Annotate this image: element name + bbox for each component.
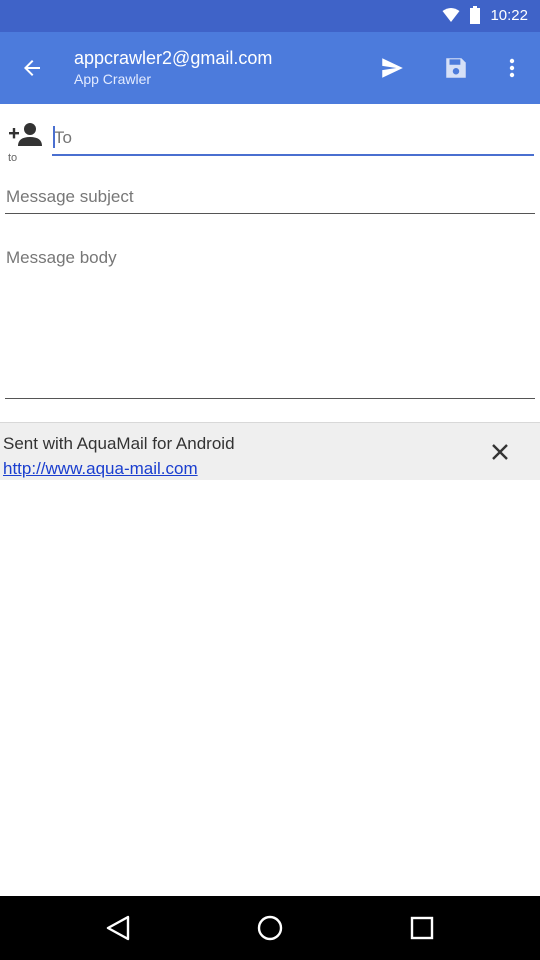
home-circle-icon (257, 915, 283, 941)
status-icons: 10:22 (442, 6, 528, 24)
add-person-icon (9, 123, 42, 146)
back-arrow-icon (24, 60, 40, 76)
close-icon (492, 444, 508, 460)
to-label: to (8, 152, 18, 164)
recent-square-icon (410, 916, 434, 940)
status-time: 10:22 (490, 6, 528, 24)
signature-link[interactable]: http://www.aqua-mail.com (3, 456, 235, 481)
more-vert-icon (509, 58, 515, 78)
more-options-button[interactable] (490, 46, 534, 90)
account-email-title: appcrawler2@gmail.com (74, 48, 273, 68)
back-triangle-icon (106, 915, 130, 941)
nav-back-button[interactable] (98, 908, 138, 948)
text-cursor (53, 126, 55, 148)
back-button[interactable] (10, 46, 54, 90)
signature-text-block: Sent with AquaMail for Android http://ww… (3, 431, 235, 481)
status-bar: 10:22 (0, 0, 540, 32)
to-field[interactable] (52, 122, 534, 156)
add-contact-button[interactable]: to (4, 120, 44, 164)
subject-field[interactable] (5, 180, 535, 214)
to-row: to (0, 112, 540, 164)
signature-bar: Sent with AquaMail for Android http://ww… (0, 422, 540, 480)
message-body-field[interactable] (5, 244, 535, 399)
signature-text: Sent with AquaMail for Android (3, 434, 235, 453)
battery-icon (470, 6, 481, 24)
send-icon (382, 58, 403, 78)
send-button[interactable] (370, 46, 414, 90)
remove-signature-button[interactable] (484, 436, 516, 468)
wifi-icon (442, 8, 460, 22)
save-icon (446, 58, 466, 78)
save-draft-button[interactable] (434, 46, 478, 90)
app-bar: appcrawler2@gmail.com App Crawler (0, 32, 540, 104)
nav-home-button[interactable] (250, 908, 290, 948)
account-name-subtitle: App Crawler (74, 71, 152, 87)
title-block: appcrawler2@gmail.com App Crawler (74, 48, 272, 87)
system-nav-bar (0, 896, 540, 960)
nav-recent-button[interactable] (402, 908, 442, 948)
